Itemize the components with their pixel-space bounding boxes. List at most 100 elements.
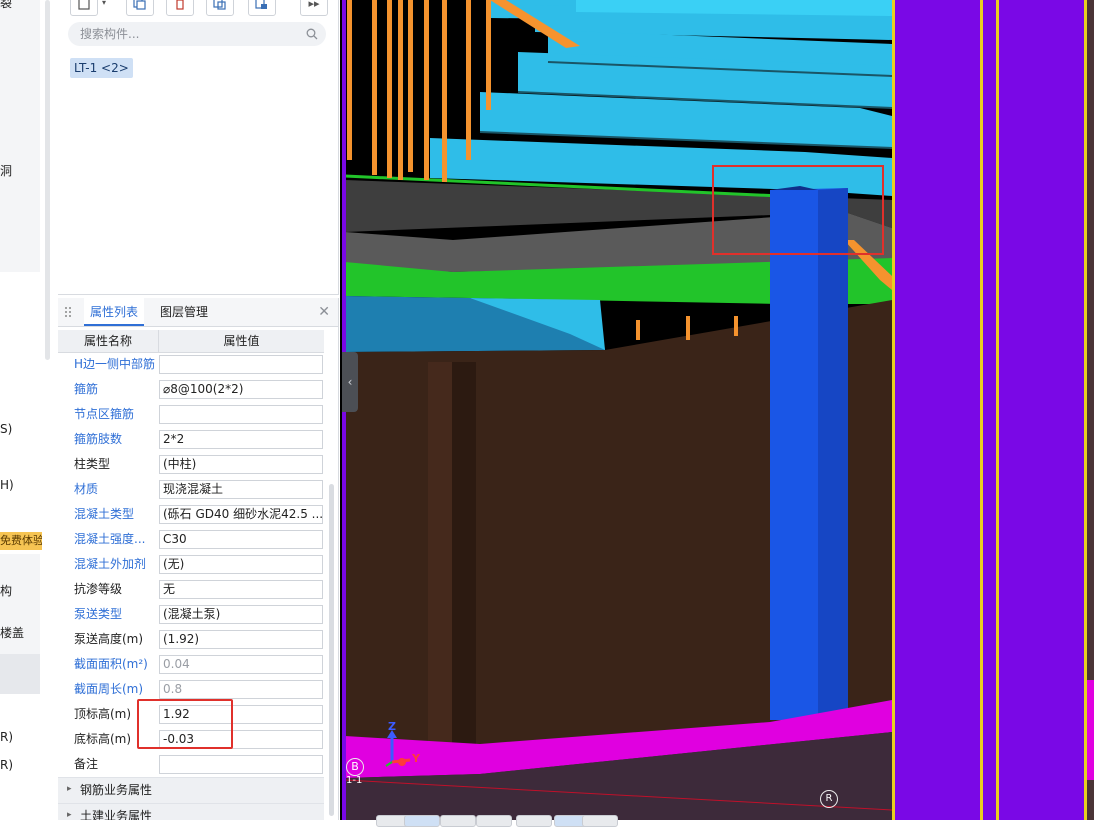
grid-axis-label-b: B (346, 758, 364, 776)
property-value-field[interactable]: ⌀8@100(2*2) (159, 380, 323, 399)
collapse-panel-handle[interactable]: ‹ (342, 352, 358, 412)
property-row[interactable]: 柱类型 (中柱) (58, 452, 324, 477)
checkbox-icon (78, 0, 90, 10)
property-row[interactable]: 混凝土类型 (砾石 GD40 细砂水泥42.5 ... (58, 502, 324, 527)
copy-icon (133, 0, 146, 10)
expand-caret-icon[interactable]: ▸ (67, 810, 72, 820)
property-name: 柱类型 (74, 457, 111, 471)
property-name: H边一侧中部筋 (74, 357, 156, 371)
bottom-toolbar-button[interactable] (582, 815, 618, 827)
property-value-field[interactable]: (砾石 GD40 细砂水泥42.5 ... (159, 505, 323, 524)
grid-axis-label-r: R (820, 790, 838, 808)
axis-label-z: Z (388, 720, 396, 733)
property-name: 箍筋肢数 (74, 432, 123, 446)
more-tools-button[interactable]: ▸▸ (300, 0, 328, 16)
layers-icon (213, 0, 226, 10)
property-group-row[interactable]: ▸ 土建业务属性 (58, 803, 324, 820)
left-strip-scrollbar[interactable] (45, 0, 50, 360)
property-value-field[interactable]: (1.92) (159, 630, 323, 649)
property-group-row[interactable]: ▸ 钢筋业务属性 (58, 777, 324, 803)
property-value-field[interactable] (159, 405, 323, 424)
property-row[interactable]: 泵送高度(m) (1.92) (58, 627, 324, 652)
axis-label-y: Y (412, 752, 420, 765)
property-value-field[interactable]: (中柱) (159, 455, 323, 474)
column-header-value: 属性值 (223, 334, 260, 348)
bottom-toolbar-button[interactable] (516, 815, 552, 827)
property-value-field[interactable]: 2*2 (159, 430, 323, 449)
column-header-name: 属性名称 (58, 330, 159, 352)
blue-column-side (818, 188, 848, 720)
property-name: 泵送高度(m) (74, 632, 144, 646)
property-row[interactable]: 材质 现浇混凝土 (58, 477, 324, 502)
property-row[interactable]: 泵送类型 (混凝土泵) (58, 602, 324, 627)
property-row[interactable]: 备注 (58, 752, 324, 777)
left-strip-item[interactable]: 裂 (0, 0, 12, 11)
property-name: 材质 (74, 482, 99, 496)
property-name: 箍筋 (74, 382, 99, 396)
bottom-toolbar-button[interactable] (404, 815, 440, 827)
bottom-toolbar (376, 815, 618, 827)
left-strip-selected-item[interactable] (0, 654, 40, 694)
bottom-toolbar-button[interactable] (440, 815, 476, 827)
trash-icon (176, 0, 184, 10)
left-strip-panel-top (0, 0, 40, 272)
close-icon[interactable]: ✕ (318, 304, 330, 320)
property-annotation-box (137, 699, 233, 749)
left-strip-item[interactable]: R) (0, 758, 13, 772)
expand-caret-icon[interactable]: ▸ (67, 784, 72, 794)
left-strip-item[interactable]: R) (0, 730, 13, 744)
left-strip-item[interactable]: 洞 (0, 162, 12, 179)
tab-property-list[interactable]: 属性列表 (84, 298, 145, 326)
property-value-field[interactable] (159, 355, 323, 374)
left-strip-item[interactable]: S) (0, 422, 12, 436)
viewport-annotation-box (712, 165, 884, 255)
left-strip-item[interactable]: 构 (0, 582, 12, 599)
tab-layer-management[interactable]: 图层管理 (154, 298, 214, 326)
3d-model-viewport[interactable] (340, 0, 1094, 820)
bottom-toolbar-button[interactable] (476, 815, 512, 827)
property-table-body: H边一侧中部筋 箍筋 ⌀8@100(2*2) 节点区箍筋箍筋肢数 2*2 柱类型 (中柱) 材… (58, 352, 324, 820)
left-strip-item[interactable]: H) (0, 478, 14, 492)
property-value-field[interactable] (159, 755, 323, 774)
property-row[interactable]: H边一侧中部筋 (58, 352, 324, 377)
property-row[interactable]: 节点区箍筋 (58, 402, 324, 427)
free-trial-badge[interactable]: 免费体验 (0, 532, 42, 550)
property-value-field[interactable]: 无 (159, 580, 323, 599)
new-component-button[interactable] (70, 0, 98, 16)
search-icon (306, 28, 318, 40)
property-row[interactable]: 混凝土强度... C30 (58, 527, 324, 552)
property-group-label: 土建业务属性 (80, 809, 153, 820)
property-row[interactable]: 混凝土外加剂 (无) (58, 552, 324, 577)
property-value-field[interactable]: (混凝土泵) (159, 605, 323, 624)
delete-component-button[interactable] (166, 0, 194, 16)
property-value-field[interactable]: C30 (159, 530, 323, 549)
property-row[interactable]: 抗渗等级 无 (58, 577, 324, 602)
property-name: 泵送类型 (74, 607, 123, 621)
property-value-field[interactable]: (无) (159, 555, 323, 574)
property-name: 截面面积(m²) (74, 657, 148, 671)
property-value-field[interactable]: 0.8 (159, 680, 323, 699)
search-component-input[interactable] (68, 22, 326, 46)
extract-icon (255, 0, 267, 9)
property-value-field[interactable]: 0.04 (159, 655, 323, 674)
component-tree-item-selected[interactable]: LT-1 <2> (70, 58, 133, 78)
property-table-header: 属性名称 属性值 (58, 330, 324, 353)
dropdown-caret-icon[interactable]: ▾ (102, 0, 106, 7)
property-row[interactable]: 箍筋 ⌀8@100(2*2) (58, 377, 324, 402)
chevron-left-icon: ‹ (347, 375, 353, 389)
property-panel-tabs: 属性列表 图层管理 ✕ (58, 298, 338, 327)
property-value-field[interactable]: 现浇混凝土 (159, 480, 323, 499)
layer-copy-button[interactable] (206, 0, 234, 16)
property-panel-scrollbar[interactable] (329, 484, 334, 816)
property-row[interactable]: 截面面积(m²) 0.04 (58, 652, 324, 677)
left-strip-item[interactable]: 楼盖 (0, 624, 24, 641)
3d-scene[interactable] (340, 0, 1094, 820)
left-navigation-strip: 裂 洞 S) H) 免费体验 构 楼盖 R) R) (0, 0, 52, 820)
copy-component-button[interactable] (126, 0, 154, 16)
property-row[interactable]: 箍筋肢数 2*2 (58, 427, 324, 452)
drag-handle-icon[interactable] (64, 306, 72, 318)
property-name: 抗渗等级 (74, 582, 123, 596)
extract-component-button[interactable] (248, 0, 276, 16)
property-name: 节点区箍筋 (74, 407, 135, 421)
property-name: 混凝土类型 (74, 507, 135, 521)
